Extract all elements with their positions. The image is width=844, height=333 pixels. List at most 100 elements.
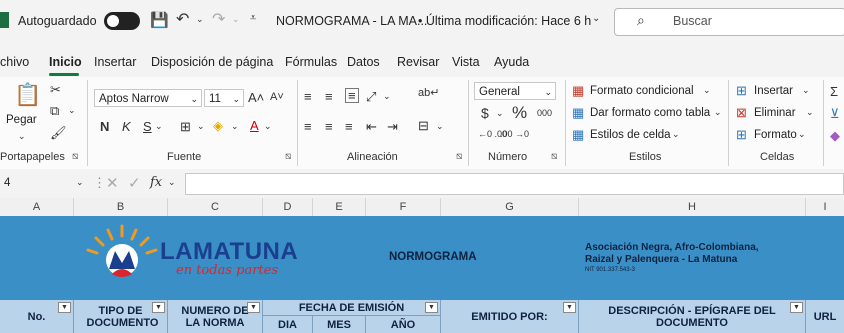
tab-archivo[interactable]: chivo [0, 55, 29, 69]
format-button[interactable]: Formato [754, 129, 797, 141]
chevron-down-icon[interactable]: ⌄ [714, 108, 722, 117]
format-table-icon[interactable]: ▦ [572, 106, 584, 119]
name-box[interactable]: 4 [4, 177, 10, 189]
fill-dropdown-icon[interactable]: ⌄ [231, 122, 239, 131]
merge-center-icon[interactable]: ⊟ [418, 119, 429, 132]
search-box[interactable]: ⌕ Buscar [614, 8, 844, 36]
insert-button[interactable]: Insertar [754, 85, 793, 97]
fill-icon[interactable]: ⊻ [830, 107, 840, 120]
cell-styles-button[interactable]: Estilos de celda [590, 129, 671, 141]
header-url[interactable]: URL [806, 300, 844, 333]
redo-dropdown-icon[interactable]: ⌄ [232, 15, 240, 24]
document-title[interactable]: NORMOGRAMA - LA MA... [276, 14, 427, 28]
underline-dropdown-icon[interactable]: ⌄ [155, 122, 163, 131]
chevron-down-icon[interactable]: ⌄ [798, 130, 806, 139]
insert-cells-icon[interactable]: ⊞ [736, 84, 747, 97]
save-icon[interactable]: 💾 [150, 13, 169, 28]
header-no[interactable]: No. ▼ [0, 300, 74, 333]
copy-dropdown-icon[interactable]: ⌄ [68, 106, 76, 115]
chevron-down-icon[interactable]: ⌄ [703, 86, 711, 95]
italic-button[interactable]: K [122, 120, 131, 133]
number-launcher-icon[interactable]: ⧅ [551, 151, 557, 162]
merge-dropdown-icon[interactable]: ⌄ [436, 122, 444, 131]
font-color-dropdown-icon[interactable]: ⌄ [264, 122, 272, 131]
paste-icon[interactable]: 📋 [14, 84, 41, 106]
cell-styles-icon[interactable]: ▦ [572, 128, 584, 141]
alignment-launcher-icon[interactable]: ⧅ [456, 151, 462, 162]
paste-label[interactable]: Pegar [6, 114, 37, 126]
orientation-dropdown-icon[interactable]: ⌄ [383, 92, 391, 101]
decrease-indent-icon[interactable]: ⇤ [366, 120, 377, 133]
thousands-button[interactable]: 000 [537, 109, 552, 118]
tab-formulas[interactable]: Fórmulas [285, 55, 337, 69]
cut-icon[interactable]: ✂ [50, 83, 61, 96]
chevron-down-icon[interactable]: ⌄ [592, 14, 600, 24]
conditional-format-button[interactable]: Formato condicional [590, 85, 694, 97]
enter-icon[interactable]: ✓ [128, 176, 141, 191]
column-header-g[interactable]: G [441, 198, 579, 216]
paste-dropdown-icon[interactable]: ⌄ [18, 132, 26, 141]
tab-inicio[interactable]: Inicio [49, 55, 82, 69]
chevron-down-icon[interactable]: ⌄ [168, 178, 176, 187]
number-format-select[interactable]: General ⌄ [474, 82, 556, 100]
decrease-decimal-button[interactable]: .00 →0 [500, 130, 529, 139]
borders-dropdown-icon[interactable]: ⌄ [197, 122, 205, 131]
chevron-down-icon[interactable]: ⌄ [806, 108, 814, 117]
font-color-icon[interactable]: A [250, 119, 259, 132]
column-header-h[interactable]: H [579, 198, 806, 216]
font-name-select[interactable]: Aptos Narrow ⌄ [94, 89, 202, 107]
autosave-toggle[interactable] [104, 12, 140, 30]
name-box-dropdown-icon[interactable]: ⌄ [76, 178, 84, 187]
align-middle-icon[interactable]: ≡ [325, 90, 333, 103]
column-header-f[interactable]: F [366, 198, 441, 216]
autosum-icon[interactable]: Σ [830, 85, 838, 98]
percent-button[interactable]: % [512, 104, 527, 121]
tab-datos[interactable]: Datos [347, 55, 380, 69]
orientation-icon[interactable]: ⤢ [366, 90, 376, 103]
header-tipo[interactable]: TIPO DE DOCUMENTO ▼ [74, 300, 168, 333]
clear-icon[interactable]: ◆ [830, 129, 840, 142]
bold-button[interactable]: N [100, 120, 109, 133]
header-emitido[interactable]: EMITIDO POR: ▼ [441, 300, 579, 333]
currency-button[interactable]: $ [481, 106, 489, 120]
last-modified[interactable]: • Última modificación: Hace 6 h [418, 14, 591, 28]
filter-dropdown-icon[interactable]: ▼ [790, 302, 803, 313]
insert-function-button[interactable]: fx [150, 176, 162, 189]
column-header-i[interactable]: I [806, 198, 844, 216]
tab-ayuda[interactable]: Ayuda [494, 55, 529, 69]
increase-font-icon[interactable]: A˄ [248, 91, 264, 104]
wrap-text-icon[interactable]: ab↵ [418, 88, 439, 99]
column-header-c[interactable]: C [168, 198, 263, 216]
tab-disposicion[interactable]: Disposición de página [151, 55, 273, 69]
column-header-b[interactable]: B [74, 198, 168, 216]
decrease-font-icon[interactable]: A˅ [270, 92, 284, 103]
font-launcher-icon[interactable]: ⧅ [285, 151, 291, 162]
tab-vista[interactable]: Vista [452, 55, 480, 69]
undo-icon[interactable]: ↶ [176, 12, 189, 28]
tab-insertar[interactable]: Insertar [94, 55, 136, 69]
header-numero[interactable]: NUMERO DE LA NORMA ▼ [168, 300, 263, 333]
filter-dropdown-icon[interactable]: ▼ [247, 302, 260, 313]
delete-button[interactable]: Eliminar [754, 107, 796, 119]
cancel-icon[interactable]: ✕ [106, 176, 119, 191]
header-fecha[interactable]: FECHA DE EMISIÓN ▼ [263, 300, 441, 316]
customize-toolbar-icon[interactable]: ⩡ [250, 13, 256, 24]
delete-cells-icon[interactable]: ⊠ [736, 106, 747, 119]
align-top-icon[interactable]: ≡ [304, 90, 312, 103]
font-size-select[interactable]: 11 ⌄ [204, 89, 244, 107]
copy-icon[interactable]: ⧉ [50, 104, 59, 117]
formula-input[interactable] [185, 173, 844, 195]
align-left-icon[interactable]: ≡ [304, 120, 312, 133]
underline-button[interactable]: S [143, 120, 152, 133]
currency-dropdown-icon[interactable]: ⌄ [496, 109, 504, 118]
align-center-icon[interactable]: ≡ [325, 120, 333, 133]
align-bottom-icon[interactable]: ≡ [345, 88, 359, 103]
format-table-button[interactable]: Dar formato como tabla [590, 107, 710, 119]
chevron-down-icon[interactable]: ⌄ [672, 130, 680, 139]
filter-dropdown-icon[interactable]: ▼ [58, 302, 71, 313]
column-header-d[interactable]: D [263, 198, 313, 216]
format-painter-icon[interactable]: 🖌 [50, 126, 67, 139]
filter-dropdown-icon[interactable]: ▼ [563, 302, 576, 313]
increase-indent-icon[interactable]: ⇥ [387, 120, 398, 133]
format-cells-icon[interactable]: ⊞ [736, 128, 747, 141]
